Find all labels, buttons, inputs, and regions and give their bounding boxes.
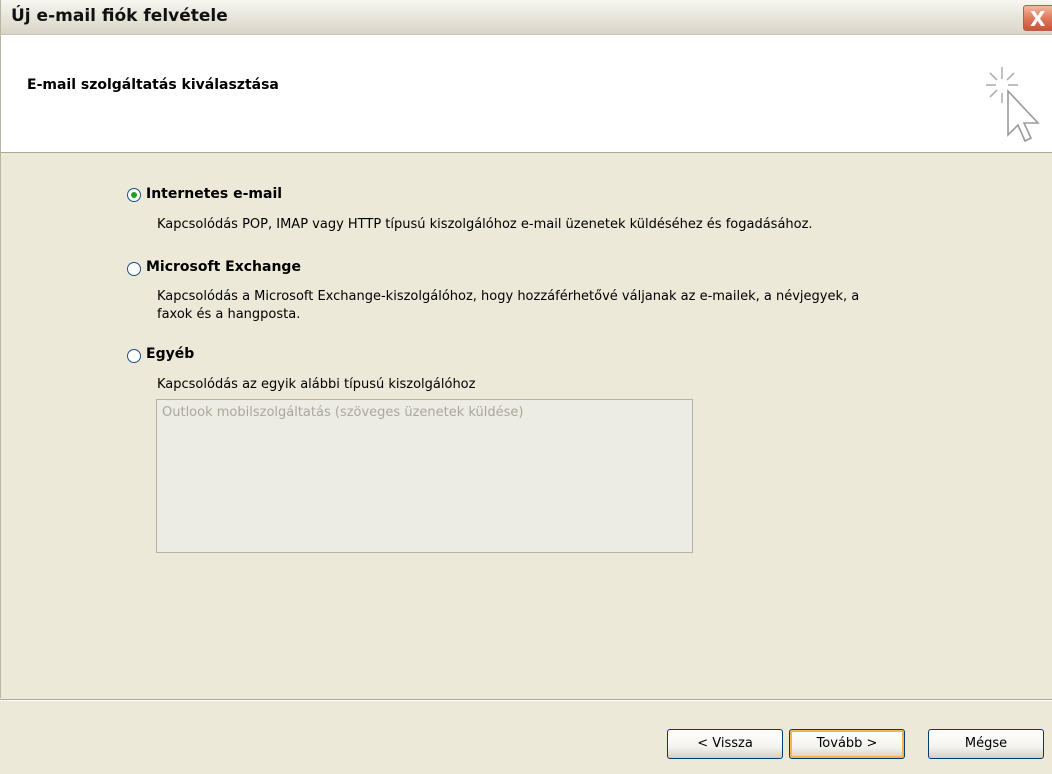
window-title: Új e-mail fiók felvétele bbox=[11, 6, 228, 26]
close-icon: X bbox=[1030, 7, 1046, 31]
option-exchange-description-line1: Kapcsolódás a Microsoft Exchange-kiszolg… bbox=[157, 289, 860, 304]
option-exchange-label[interactable]: Microsoft Exchange bbox=[146, 259, 301, 275]
next-button[interactable]: Tovább > bbox=[789, 729, 905, 759]
radio-other[interactable] bbox=[127, 349, 141, 363]
close-button[interactable]: X bbox=[1023, 5, 1052, 31]
option-other-description: Kapcsolódás az egyik alábbi típusú kiszo… bbox=[157, 377, 476, 392]
option-internet-email-description: Kapcsolódás POP, IMAP vagy HTTP típusú k… bbox=[157, 217, 813, 232]
back-button[interactable]: < Vissza bbox=[667, 729, 783, 759]
title-bar[interactable]: Új e-mail fiók felvétele X bbox=[0, 0, 1052, 35]
other-server-type-list[interactable]: Outlook mobilszolgáltatás (szöveges üzen… bbox=[156, 399, 693, 553]
option-other-label[interactable]: Egyéb bbox=[146, 346, 194, 362]
footer-divider bbox=[0, 699, 1052, 701]
option-exchange-description-line2: faxok és a hangposta. bbox=[157, 307, 301, 322]
list-item[interactable]: Outlook mobilszolgáltatás (szöveges üzen… bbox=[162, 405, 523, 420]
cancel-button[interactable]: Mégse bbox=[928, 729, 1044, 759]
radio-internet-email[interactable] bbox=[127, 188, 141, 202]
wizard-header: E-mail szolgáltatás kiválasztása bbox=[0, 35, 1052, 153]
radio-microsoft-exchange[interactable] bbox=[127, 262, 141, 276]
page-title: E-mail szolgáltatás kiválasztása bbox=[27, 77, 279, 93]
wizard-cursor-icon bbox=[986, 67, 1040, 143]
option-internet-email-label[interactable]: Internetes e-mail bbox=[146, 186, 282, 202]
